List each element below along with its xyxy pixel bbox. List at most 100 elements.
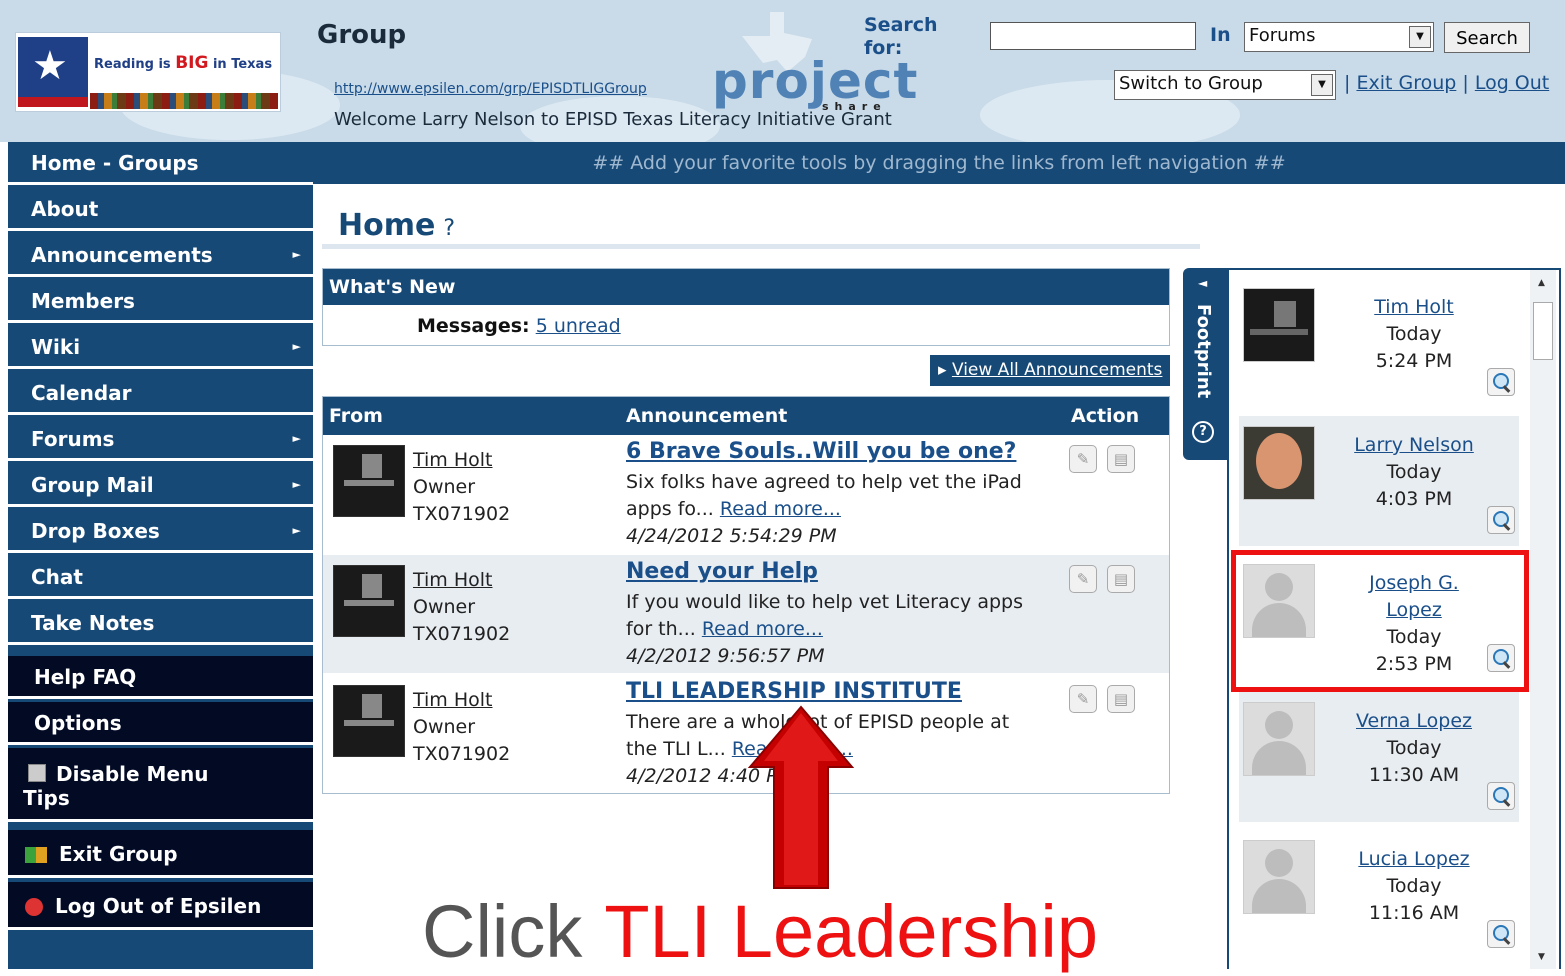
trash-icon[interactable]: ▤ [1107, 445, 1135, 473]
favorite-tools-banner[interactable]: ## Add your favorite tools by dragging t… [313, 142, 1565, 184]
nav-label: Forums [31, 427, 115, 451]
footprint-user-link[interactable]: Lucia Lopez [1358, 848, 1469, 870]
announcement-excerpt: Six folks have agreed to help vet the iP… [626, 471, 1022, 493]
read-more-link[interactable]: Read more... [720, 498, 841, 520]
nav-announcements[interactable]: Announcements ► [8, 234, 313, 277]
magnifier-icon[interactable] [1487, 920, 1515, 948]
magnifier-icon[interactable] [1487, 782, 1515, 810]
edit-pencil-icon[interactable]: ✎ [1069, 685, 1097, 713]
nav-chat[interactable]: Chat [8, 556, 313, 599]
announcement-body: If you would like to help vet Literacy a… [626, 589, 1046, 670]
nav-options[interactable]: Options [8, 702, 313, 745]
announcement-date: 4/2/2012 9:56:57 PM [626, 645, 825, 667]
footprint-text: Tim Holt Today 5:24 PM [1339, 294, 1489, 375]
nav-home-groups[interactable]: Home - Groups [8, 142, 313, 185]
disable-tips-label: Disable Menu [56, 762, 209, 786]
footprint-user-link[interactable]: Tim Holt [1374, 296, 1454, 318]
trash-icon[interactable]: ▤ [1107, 685, 1135, 713]
nav-label: Options [34, 711, 122, 735]
search-input[interactable] [990, 22, 1196, 50]
read-more-link[interactable]: Read more... [702, 618, 823, 640]
project-share-logo: project [712, 52, 919, 110]
page-title: Home? [338, 208, 455, 243]
footprint-item: Larry Nelson Today 4:03 PM [1239, 416, 1519, 546]
footprint-text: Larry Nelson Today 4:03 PM [1339, 432, 1489, 513]
scroll-down-icon[interactable]: ▼ [1538, 952, 1545, 962]
power-icon [25, 898, 43, 916]
search-scope-select[interactable]: Forums ▼ [1244, 22, 1434, 52]
author-link[interactable]: Tim Holt [413, 689, 493, 711]
books-graphic [90, 93, 278, 109]
question-circle-icon[interactable]: ? [443, 216, 455, 241]
author-id: TX071902 [413, 623, 511, 645]
magnifier-icon[interactable] [1487, 368, 1515, 396]
nav-members[interactable]: Members [8, 280, 313, 323]
nav-group-mail[interactable]: Group Mail ► [8, 464, 313, 507]
nav-drop-boxes[interactable]: Drop Boxes ► [8, 510, 313, 553]
author-role: Owner [413, 716, 476, 738]
footprint-user-link[interactable]: Verna Lopez [1356, 710, 1472, 732]
footprint-scrollbar[interactable]: ▲ ▼ [1530, 270, 1556, 969]
chevron-right-icon: ► [292, 524, 301, 537]
user-photo [1243, 288, 1315, 362]
question-circle-icon[interactable]: ? [1192, 421, 1214, 443]
nav-forums[interactable]: Forums ► [8, 418, 313, 461]
author-info: Tim Holt Owner TX071902 [413, 567, 510, 648]
chevron-down-icon[interactable]: ▼ [1311, 74, 1333, 96]
disable-tips-checkbox[interactable] [28, 764, 46, 782]
scroll-up-icon[interactable]: ▲ [1538, 278, 1545, 288]
exit-group-link[interactable]: Exit Group [1356, 72, 1456, 94]
search-in-label: In [1210, 24, 1231, 46]
announcements-header: From Announcement Action [323, 397, 1169, 435]
footprint-time: 5:24 PM [1375, 350, 1453, 372]
footprint-day: Today [1386, 461, 1442, 483]
author-link[interactable]: Tim Holt [413, 569, 493, 591]
nav-about[interactable]: About [8, 188, 313, 231]
nav-help-faq[interactable]: Help FAQ [8, 656, 313, 699]
group-url-link[interactable]: http://www.epsilen.com/grp/EPISDTLIGGrou… [334, 81, 647, 97]
announcement-title-link[interactable]: Need your Help [626, 559, 818, 584]
nav-take-notes[interactable]: Take Notes [8, 602, 313, 645]
nav-wiki[interactable]: Wiki ► [8, 326, 313, 369]
exit-door-icon [25, 847, 47, 863]
messages-row: Messages: 5 unread [417, 315, 621, 337]
footprint-tab[interactable]: ◄ Footprint ? [1183, 268, 1227, 460]
trash-icon[interactable]: ▤ [1107, 565, 1135, 593]
red-up-arrow-icon [748, 705, 854, 889]
author-link[interactable]: Tim Holt [413, 449, 493, 471]
instruction-caption: Click TLI Leadership [422, 888, 1098, 976]
group-title: Group [317, 20, 407, 50]
nav-label: Home - Groups [31, 151, 199, 175]
nav-log-out-epsilen[interactable]: Log Out of Epsilen [8, 882, 313, 930]
nav-label: Log Out of Epsilen [55, 894, 262, 918]
announcement-title-link[interactable]: 6 Brave Souls..Will you be one? [626, 439, 1016, 464]
chevron-down-icon[interactable]: ▼ [1409, 26, 1431, 48]
column-action: Action [1071, 405, 1140, 427]
footprint-time: 4:03 PM [1375, 488, 1453, 510]
chevron-left-icon[interactable]: ◄ [1198, 276, 1207, 290]
author-role: Owner [413, 596, 476, 618]
footprint-user-link[interactable]: Larry Nelson [1354, 434, 1474, 456]
disable-menu-tips[interactable]: Disable Menu Tips [8, 748, 313, 822]
search-button[interactable]: Search [1444, 22, 1530, 53]
nav-calendar[interactable]: Calendar [8, 372, 313, 415]
view-all-announcements-button[interactable]: ▸ View All Announcements [930, 355, 1170, 386]
table-row: Tim Holt Owner TX071902 TLI LEADERSHIP I… [323, 675, 1169, 793]
magnifier-icon[interactable] [1487, 506, 1515, 534]
log-out-link[interactable]: Log Out [1475, 72, 1549, 94]
switch-group-select[interactable]: Switch to Group ▼ [1114, 70, 1336, 100]
tli-leadership-institute-link[interactable]: TLI LEADERSHIP INSTITUTE [626, 679, 962, 704]
edit-pencil-icon[interactable]: ✎ [1069, 445, 1097, 473]
author-info: Tim Holt Owner TX071902 [413, 687, 510, 768]
default-user-icon [1243, 840, 1315, 914]
nav-label: Wiki [31, 335, 81, 359]
logo-text: Reading is BIG in Texas [94, 53, 273, 73]
top-links: | Exit Group | Log Out [1344, 72, 1550, 94]
nav-label: Exit Group [59, 842, 178, 866]
unread-messages-link[interactable]: 5 unread [536, 315, 621, 337]
nav-exit-group[interactable]: Exit Group [8, 830, 313, 878]
edit-pencil-icon[interactable]: ✎ [1069, 565, 1097, 593]
nav-label: Announcements [31, 243, 213, 267]
footprint-day: Today [1386, 323, 1442, 345]
scrollbar-thumb[interactable] [1533, 302, 1553, 360]
